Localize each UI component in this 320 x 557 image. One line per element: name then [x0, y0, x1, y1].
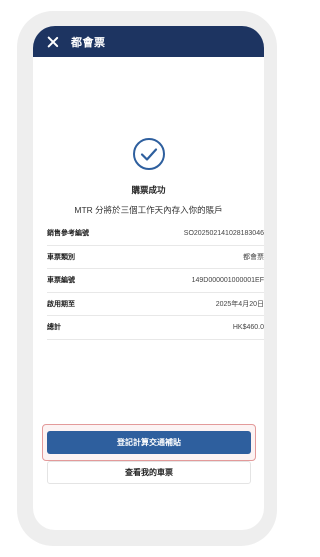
ticket-details: 銷售參考編號 SO202502141028183046 車票類別 都會票 車票編…: [47, 222, 264, 340]
detail-row-total: 總計 HK$460.0: [47, 316, 264, 340]
detail-value: HK$460.0: [232, 323, 264, 331]
detail-label: 啟用期至: [47, 300, 75, 308]
detail-value: SO202502141028183046: [183, 229, 264, 237]
success-title: 購票成功: [131, 185, 166, 195]
detail-value: 2025年4月20日: [215, 300, 264, 308]
close-icon[interactable]: [47, 36, 59, 48]
detail-row-valid-until: 啟用期至 2025年4月20日: [47, 293, 264, 316]
detail-row-sales-ref: 銷售參考編號 SO202502141028183046: [47, 222, 264, 246]
detail-value: 149D000001000001EF: [191, 276, 264, 284]
header-bar: 都會票: [33, 26, 264, 57]
register-transport-subsidy-button[interactable]: 登記計算交通補貼: [47, 431, 251, 454]
detail-row-ticket-number: 車票編號 149D000001000001EF: [47, 269, 264, 293]
page-title: 都會票: [71, 36, 106, 49]
detail-label: 車票類別: [47, 253, 75, 261]
view-my-tickets-button[interactable]: 查看我的車票: [47, 461, 251, 484]
success-icon-wrap: [33, 137, 264, 171]
detail-label: 車票編號: [47, 277, 75, 285]
detail-row-ticket-type: 車票類別 都會票: [47, 246, 264, 269]
success-message: MTR 分將於三個工作天內存入你的賬戶: [74, 205, 223, 215]
detail-label: 總計: [47, 324, 61, 332]
check-circle-icon: [132, 138, 165, 170]
detail-value: 都會票: [243, 253, 264, 261]
detail-label: 銷售參考編號: [47, 230, 89, 238]
phone-screen: 都會票 購票成功 MTR 分將於三個工作天內存入你的賬戶 銷售參考編號 SO20…: [33, 26, 264, 530]
